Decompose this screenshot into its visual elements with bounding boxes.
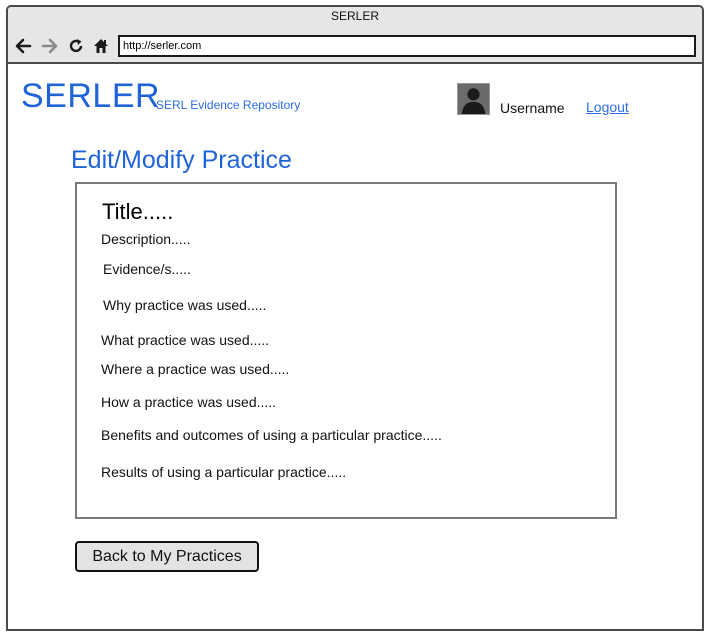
site-tagline: SERL Evidence Repository: [156, 98, 301, 112]
practice-title: Title.....: [102, 199, 174, 224]
practice-benefits: Benefits and outcomes of using a particu…: [101, 427, 442, 443]
username: Username: [500, 100, 565, 116]
practice-description: Description.....: [101, 231, 191, 247]
practice-results: Results of using a particular practice..…: [101, 464, 347, 480]
browser-window: SERLER http://serler.com SERLER SERL Evi…: [6, 5, 704, 631]
back-to-my-practices-button[interactable]: Back to My Practices: [75, 541, 259, 572]
logout-link[interactable]: Logout: [586, 99, 629, 115]
practice-what: What practice was used.....: [101, 332, 270, 348]
arrow-right-icon[interactable]: [41, 37, 59, 55]
practice-why: Why practice was used.....: [103, 297, 267, 313]
reload-icon[interactable]: [67, 37, 85, 55]
page-title: Edit/Modify Practice: [71, 146, 292, 174]
arrow-left-icon[interactable]: [14, 37, 32, 55]
practice-evidence: Evidence/s.....: [103, 261, 191, 277]
practice-details-panel: Title..... Description..... Evidence/s..…: [75, 182, 617, 519]
home-icon[interactable]: [92, 37, 110, 55]
practice-how: How a practice was used.....: [101, 394, 277, 410]
site-logo[interactable]: SERLER: [21, 77, 160, 116]
user-avatar-icon: [457, 83, 490, 115]
browser-titlebar: SERLER http://serler.com: [8, 7, 702, 64]
window-title: SERLER: [330, 9, 380, 23]
url-input[interactable]: http://serler.com: [118, 35, 696, 57]
practice-where: Where a practice was used.....: [101, 361, 290, 377]
